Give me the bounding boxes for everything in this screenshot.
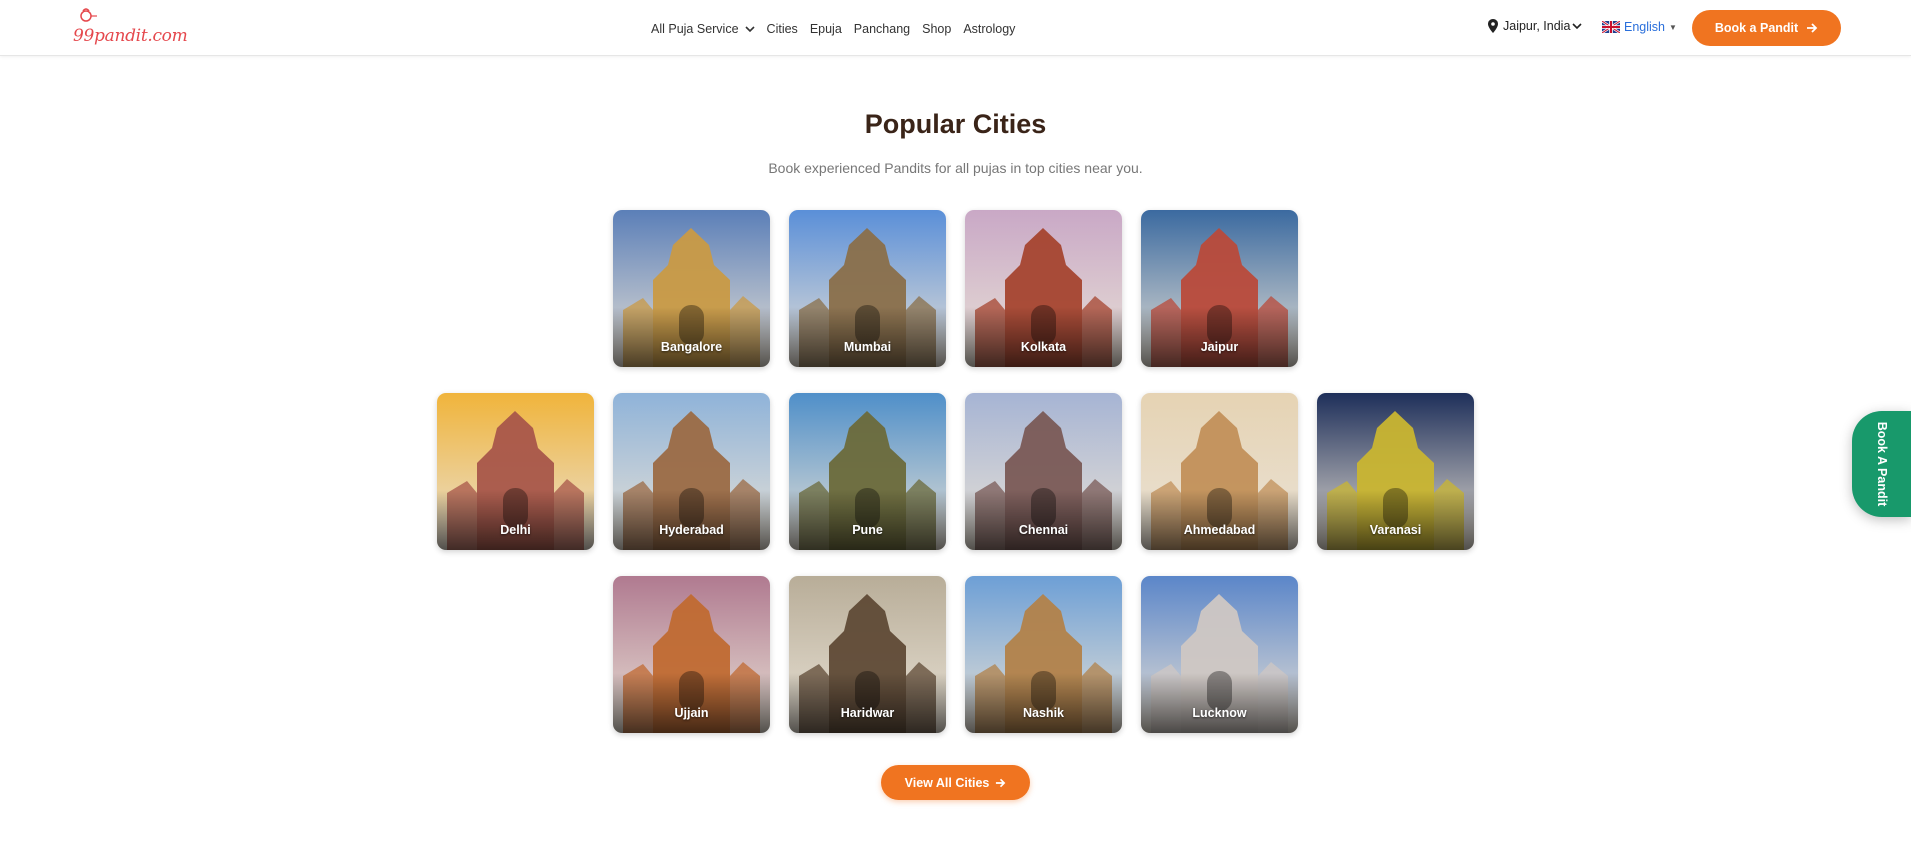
card-gradient-overlay [965, 490, 1122, 550]
city-card-lucknow[interactable]: Lucknow [1141, 576, 1298, 733]
nav-label: Shop [922, 22, 952, 36]
card-gradient-overlay [613, 490, 770, 550]
section-title: Popular Cities [864, 109, 1047, 139]
city-card-varanasi[interactable]: Varanasi [1317, 393, 1474, 550]
logo-text: 99pandit.com [73, 26, 188, 46]
language-label: English [1624, 20, 1665, 34]
city-name: Haridwar [840, 706, 895, 720]
arrow-right-icon [996, 778, 1006, 787]
view-all-cities-button[interactable]: View All Cities [881, 765, 1030, 800]
logo-pandit-icon [80, 8, 97, 22]
card-gradient-overlay [789, 673, 946, 733]
location-label: Jaipur, India [1503, 19, 1571, 33]
card-gradient-overlay [1141, 673, 1298, 733]
nav-label: Epuja [809, 22, 842, 36]
card-gradient-overlay [1317, 490, 1474, 550]
logo[interactable]: 99pandit.com [73, 8, 188, 46]
nav-epuja[interactable]: Epuja [810, 22, 842, 36]
city-name: Ujjain [674, 706, 709, 720]
location-selector[interactable]: Jaipur, India [1488, 19, 1587, 33]
city-name: Varanasi [1369, 523, 1422, 537]
city-name: Chennai [1018, 523, 1069, 537]
card-gradient-overlay [437, 490, 594, 550]
city-card-mumbai[interactable]: Mumbai [789, 210, 946, 367]
card-gradient-overlay [789, 307, 946, 367]
city-card-jaipur[interactable]: Jaipur [1141, 210, 1298, 367]
card-gradient-overlay [1141, 490, 1298, 550]
nav-label: All Puja Service [651, 22, 739, 36]
city-name: Delhi [500, 523, 531, 537]
card-gradient-overlay [613, 307, 770, 367]
nav-shop[interactable]: Shop [922, 22, 951, 36]
nav-panchang[interactable]: Panchang [854, 22, 910, 36]
city-name: Jaipur [1200, 340, 1239, 354]
city-card-chennai[interactable]: Chennai [965, 393, 1122, 550]
nav-all-puja-service[interactable]: All Puja Service [651, 22, 755, 36]
city-name: Lucknow [1192, 706, 1247, 720]
nav-label: Cities [766, 22, 798, 36]
city-name: Kolkata [1020, 340, 1067, 354]
city-name: Hyderabad [659, 523, 724, 537]
card-gradient-overlay [1141, 307, 1298, 367]
site-header: 99pandit.com All Puja Service Cities Epu… [0, 0, 1911, 56]
section-subtitle: Book experienced Pandits for all pujas i… [768, 160, 1143, 176]
side-book-pandit-tab[interactable]: Book A Pandit [1852, 411, 1911, 517]
arrow-right-icon [1807, 23, 1818, 33]
map-pin-icon [1488, 19, 1498, 33]
uk-flag-icon [1602, 21, 1620, 33]
chevron-down-icon [1572, 22, 1582, 29]
city-card-haridwar[interactable]: Haridwar [789, 576, 946, 733]
nav-label: Astrology [963, 22, 1016, 36]
card-gradient-overlay [965, 673, 1122, 733]
card-gradient-overlay [789, 490, 946, 550]
card-gradient-overlay [965, 307, 1122, 367]
city-card-kolkata[interactable]: Kolkata [965, 210, 1122, 367]
city-name: Ahmedabad [1183, 523, 1256, 537]
view-all-label: View All Cities [904, 775, 990, 790]
card-gradient-overlay [613, 673, 770, 733]
city-name: Mumbai [843, 340, 892, 354]
city-card-ahmedabad[interactable]: Ahmedabad [1141, 393, 1298, 550]
city-name: Pune [852, 523, 883, 537]
chevron-down-icon [744, 25, 755, 32]
nav-astrology[interactable]: Astrology [963, 22, 1015, 36]
nav-cities[interactable]: Cities [767, 22, 798, 36]
city-name: Bangalore [660, 340, 723, 354]
nav-label: Panchang [853, 22, 911, 36]
city-card-ujjain[interactable]: Ujjain [613, 576, 770, 733]
book-pandit-button[interactable]: Book a Pandit [1692, 10, 1841, 46]
city-card-nashik[interactable]: Nashik [965, 576, 1122, 733]
side-tab-label: Book A Pandit [1874, 421, 1889, 507]
city-card-pune[interactable]: Pune [789, 393, 946, 550]
city-card-delhi[interactable]: Delhi [437, 393, 594, 550]
city-card-hyderabad[interactable]: Hyderabad [613, 393, 770, 550]
caret-down-icon: ▼ [1669, 22, 1677, 32]
language-selector[interactable]: English ▼ [1602, 20, 1677, 34]
book-pandit-label: Book a Pandit [1714, 21, 1799, 35]
main-nav: All Puja Service Cities Epuja Panchang S… [651, 22, 1027, 36]
city-card-bangalore[interactable]: Bangalore [613, 210, 770, 367]
city-name: Nashik [1023, 706, 1064, 720]
